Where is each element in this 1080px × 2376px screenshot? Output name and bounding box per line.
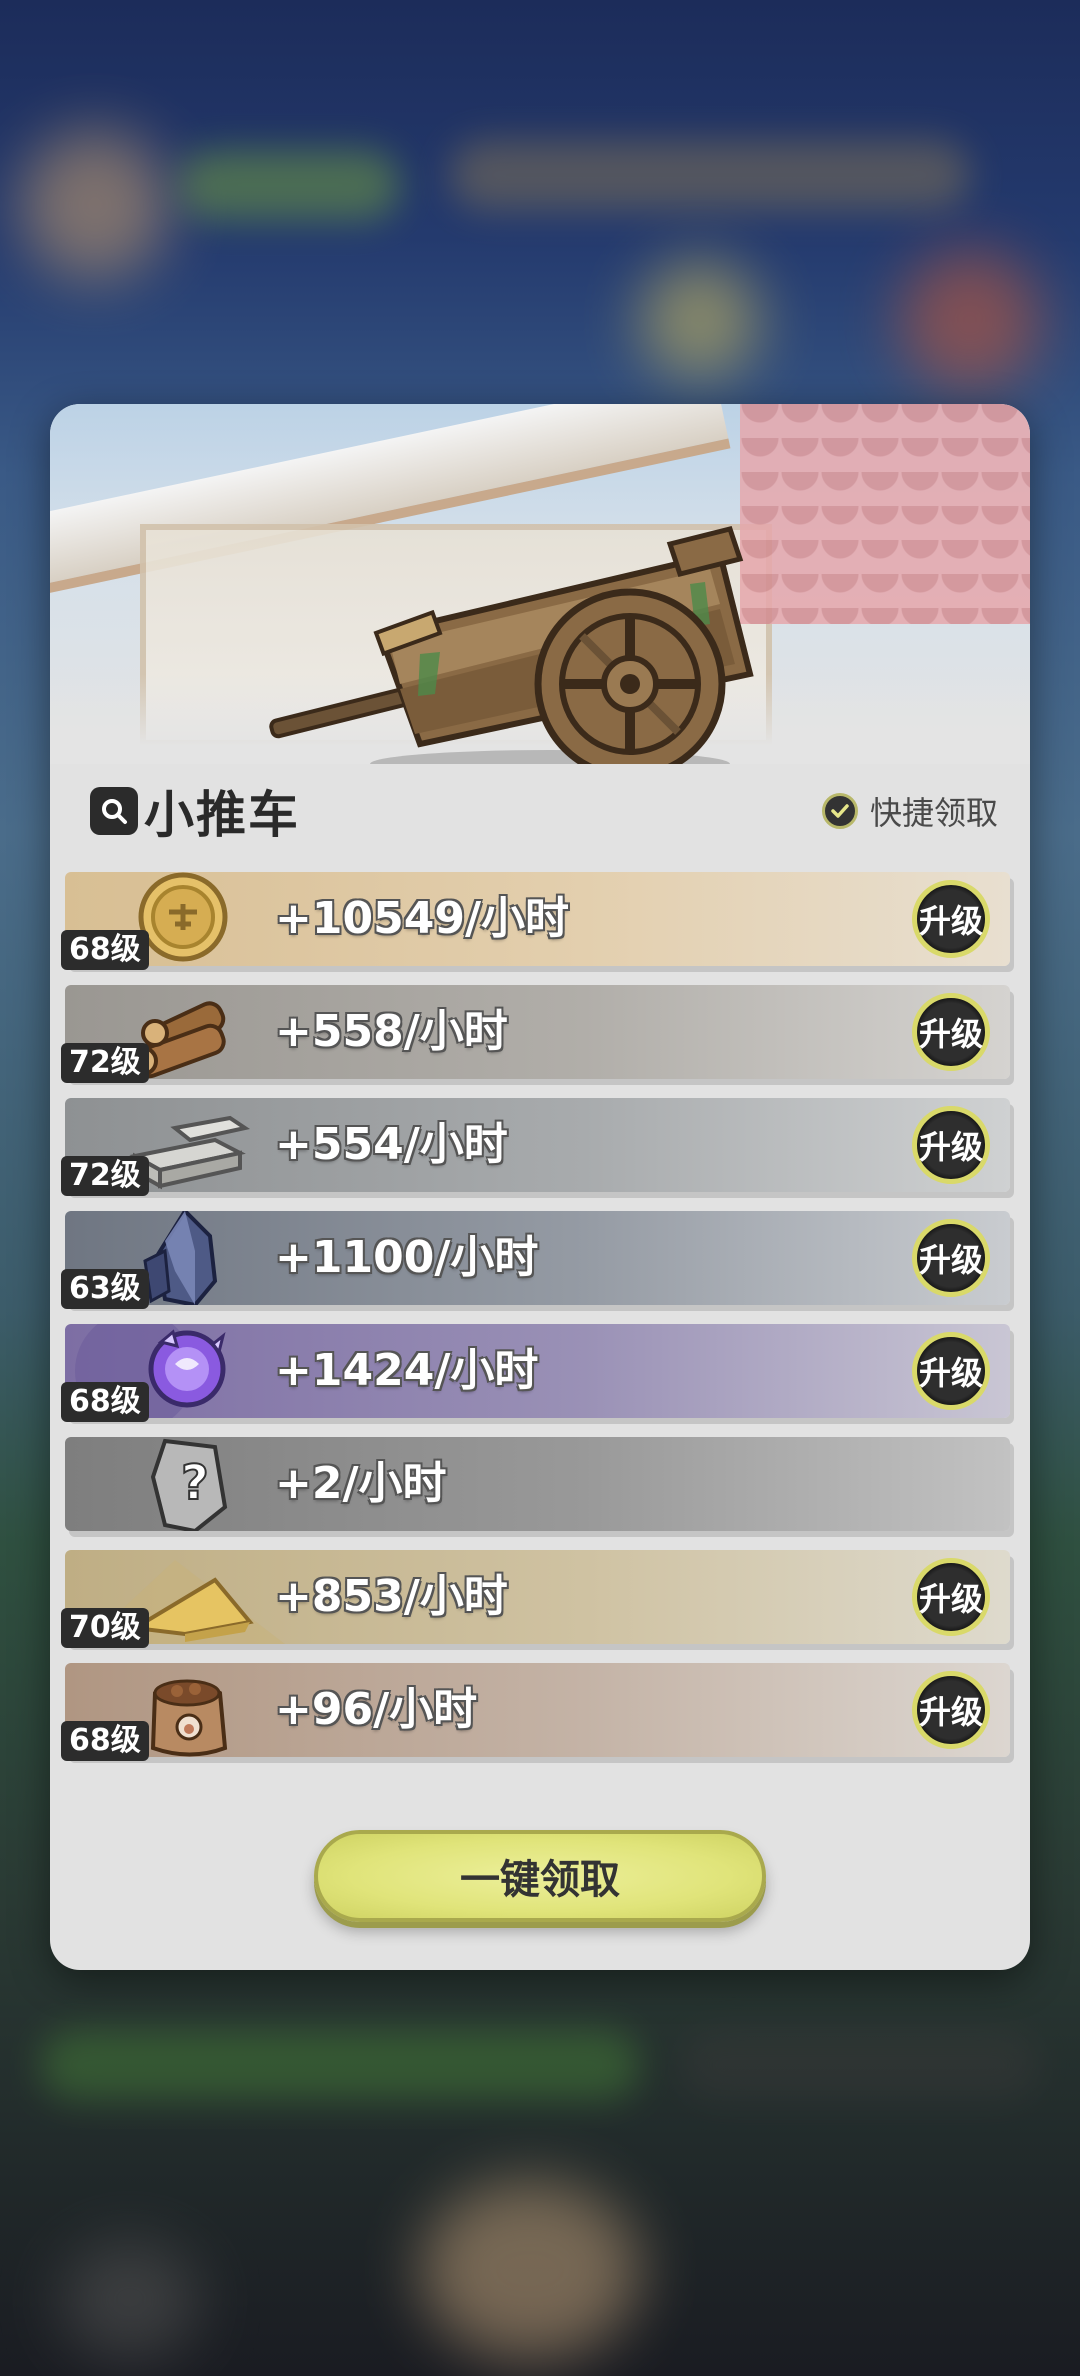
level-badge: 63级 bbox=[61, 1269, 149, 1309]
production-rate: +558/小时 bbox=[275, 1006, 508, 1057]
cart-banner bbox=[50, 404, 1030, 764]
production-rate: +2/小时 bbox=[275, 1458, 447, 1509]
resource-thumb: ? bbox=[65, 1437, 285, 1531]
production-rate: +96/小时 bbox=[275, 1684, 478, 1735]
upgrade-button[interactable]: 升级 bbox=[912, 1106, 990, 1184]
resource-row-unknown: ? +2/小时 bbox=[65, 1437, 1010, 1531]
resource-row-orb: 68级 +1424/小时 升级 bbox=[61, 1324, 1010, 1422]
resource-row-seed-bag: 68级 +96/小时 升级 bbox=[61, 1663, 1010, 1761]
level-badge: 68级 bbox=[61, 1721, 149, 1761]
resource-row-coin: 68级 +10549/小时 升级 bbox=[61, 872, 1010, 970]
upgrade-button[interactable]: 升级 bbox=[912, 993, 990, 1071]
cart-illustration bbox=[269, 526, 754, 764]
level-badge: 72级 bbox=[61, 1156, 149, 1196]
quick-claim-label: 快捷领取 bbox=[869, 794, 998, 832]
panel-header: 小推车 bbox=[90, 776, 300, 846]
search-icon[interactable] bbox=[90, 787, 138, 835]
cart-panel: 小推车 快捷领取 68级 +10549/小时 升级 72级 +558/小时 升级… bbox=[50, 404, 1030, 1970]
production-rate: +853/小时 bbox=[275, 1571, 508, 1622]
resource-row-wood: 72级 +558/小时 升级 bbox=[61, 985, 1010, 1083]
svg-text:?: ? bbox=[181, 1455, 209, 1511]
upgrade-button[interactable]: 升级 bbox=[912, 880, 990, 958]
upgrade-button[interactable]: 升级 bbox=[912, 1219, 990, 1297]
production-rate: +554/小时 bbox=[275, 1119, 508, 1170]
level-badge: 68级 bbox=[61, 930, 149, 970]
quick-claim-toggle[interactable]: 快捷领取 bbox=[821, 786, 998, 836]
unknown-icon: ? bbox=[150, 1438, 228, 1531]
upgrade-button[interactable]: 升级 bbox=[912, 1558, 990, 1636]
level-badge: 72级 bbox=[61, 1043, 149, 1083]
production-rate: +1100/小时 bbox=[275, 1232, 539, 1283]
resource-row-crystal: 63级 +1100/小时 升级 bbox=[61, 1211, 1010, 1309]
production-rate: +1424/小时 bbox=[275, 1345, 539, 1396]
resource-row-sand: 70级 +853/小时 升级 bbox=[61, 1550, 1010, 1648]
upgrade-button[interactable]: 升级 bbox=[912, 1671, 990, 1749]
checkbox-icon[interactable] bbox=[821, 793, 858, 829]
page-title: 小推车 bbox=[144, 786, 300, 844]
level-badge: 68级 bbox=[61, 1382, 149, 1422]
upgrade-button[interactable]: 升级 bbox=[912, 1332, 990, 1410]
claim-all-button[interactable]: 一键领取 bbox=[314, 1830, 766, 1922]
resource-row-stone: 72级 +554/小时 升级 bbox=[61, 1098, 1010, 1196]
production-rate: +10549/小时 bbox=[275, 893, 570, 944]
level-badge: 70级 bbox=[61, 1608, 149, 1648]
